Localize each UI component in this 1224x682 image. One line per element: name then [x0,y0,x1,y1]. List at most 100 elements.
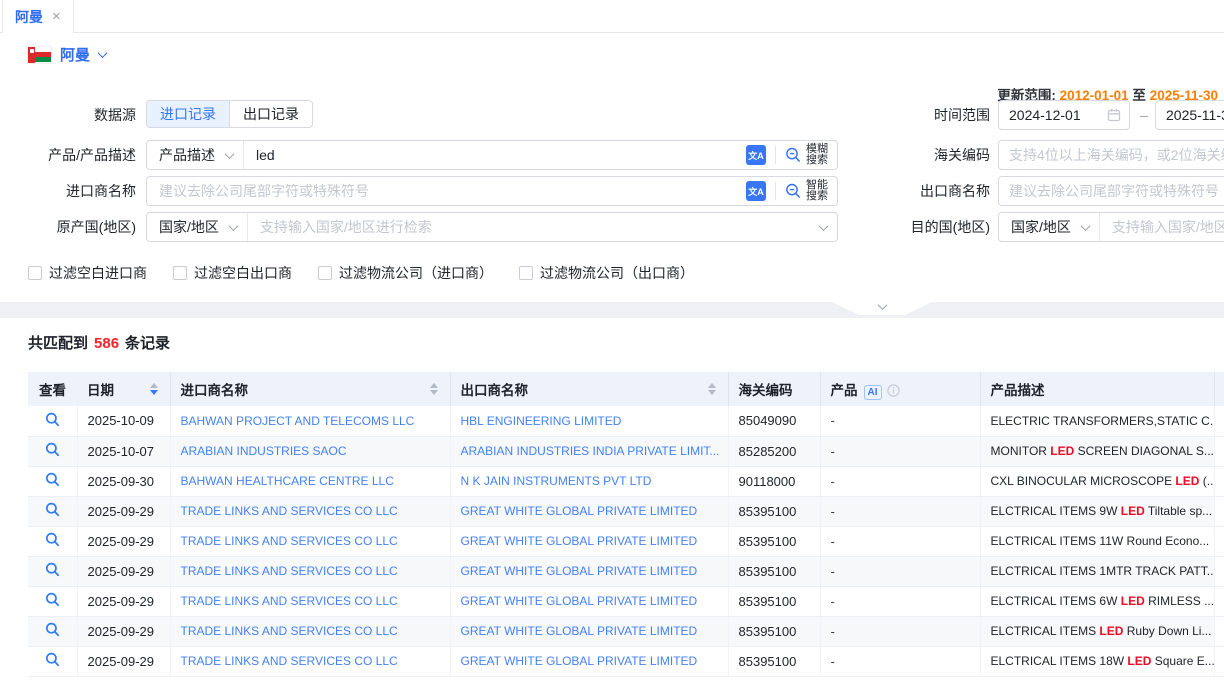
country-selector[interactable]: 阿曼 [28,44,106,65]
tab-bar: 阿曼 × [0,0,1224,33]
scrollbar-gutter[interactable] [1214,406,1224,436]
importer-input[interactable]: 建议去除公司尾部字符或特殊符号 [147,181,740,201]
hs-code-cell: 85395100 [728,526,820,556]
scrollbar-gutter[interactable] [1214,496,1224,526]
translate-icon[interactable]: 文A [746,181,766,201]
calendar-icon [1107,108,1121,122]
hs-code-input[interactable]: 支持4位以上海关编码，或2位海关编码加 [998,140,1224,170]
product-search-input[interactable]: led [244,147,740,163]
magnifier-icon [45,622,60,637]
info-icon[interactable] [887,384,900,397]
scrollbar-gutter[interactable] [1214,616,1224,646]
importer-link[interactable]: TRADE LINKS AND SERVICES CO LLC [170,586,450,616]
importer-link[interactable]: TRADE LINKS AND SERVICES CO LLC [170,526,450,556]
chevron-down-icon [1080,221,1090,231]
exporter-link[interactable]: GREAT WHITE GLOBAL PRIVATE LIMITED [450,616,728,646]
col-product: 产品AI [820,372,980,406]
table-row: 2025-10-07 ARABIAN INDUSTRIES SAOC ARABI… [28,436,1224,466]
importer-link[interactable]: ARABIAN INDUSTRIES SAOC [170,436,450,466]
destination-country-select[interactable]: 国家/地区 [999,213,1100,241]
datasource-label: 数据源 [0,100,136,130]
date-cell: 2025-10-07 [77,436,170,466]
exporter-link[interactable]: GREAT WHITE GLOBAL PRIVATE LIMITED [450,526,728,556]
exporter-link[interactable]: ARABIAN INDUSTRIES INDIA PRIVATE LIMIT..… [450,436,728,466]
importer-link[interactable]: BAHWAN HEALTHCARE CENTRE LLC [170,466,450,496]
importer-link[interactable]: TRADE LINKS AND SERVICES CO LLC [170,556,450,586]
view-record-button[interactable] [28,556,77,586]
importer-link[interactable]: TRADE LINKS AND SERVICES CO LLC [170,496,450,526]
translate-icon[interactable]: 文A [746,145,766,165]
checkbox-icon[interactable] [519,266,533,280]
exporter-link[interactable]: HBL ENGINEERING LIMITED [450,406,728,436]
records-table: 查看 日期 进口商名称 [28,372,1224,677]
magnifier-icon [45,592,60,607]
date-cell: 2025-09-29 [77,526,170,556]
col-view: 查看 [28,372,77,406]
exporter-input[interactable]: 建议去除公司尾部字符或特殊符号 [998,176,1224,206]
hs-code-cell: 85395100 [728,556,820,586]
sort-exporter[interactable] [708,383,716,395]
origin-country-select[interactable]: 国家/地区 [147,213,248,241]
checkbox-icon[interactable] [28,266,42,280]
ai-badge: AI [864,385,882,400]
chevron-down-icon [225,149,235,159]
exporter-link[interactable]: GREAT WHITE GLOBAL PRIVATE LIMITED [450,586,728,616]
view-record-button[interactable] [28,646,77,676]
filter-checkbox[interactable]: 过滤物流公司（进口商） [318,263,493,283]
date-to-input[interactable]: 2025-11-30 [1155,100,1224,130]
filter-checkbox[interactable]: 过滤物流公司（出口商） [519,263,694,283]
view-record-button[interactable] [28,496,77,526]
importer-input-group: 建议去除公司尾部字符或特殊符号 文A 智能搜索 [146,176,838,206]
view-record-button[interactable] [28,406,77,436]
view-record-button[interactable] [28,586,77,616]
scrollbar-gutter[interactable] [1214,556,1224,586]
view-record-button[interactable] [28,616,77,646]
exporter-link[interactable]: GREAT WHITE GLOBAL PRIVATE LIMITED [450,646,728,676]
importer-link[interactable]: BAHWAN PROJECT AND TELECOMS LLC [170,406,450,436]
col-importer: 进口商名称 [170,372,450,406]
exporter-link[interactable]: N K JAIN INSTRUMENTS PVT LTD [450,466,728,496]
tab-export-records[interactable]: 出口记录 [229,101,312,127]
table-row: 2025-09-29 TRADE LINKS AND SERVICES CO L… [28,496,1224,526]
magnifier-icon [45,652,60,667]
sort-importer[interactable] [430,383,438,395]
importer-label: 进口商名称 [0,176,136,206]
checkbox-icon[interactable] [318,266,332,280]
view-record-button[interactable] [28,526,77,556]
origin-country-input[interactable]: 支持输入国家/地区进行检索 [248,217,814,237]
smart-search-button[interactable]: 智能搜索 [776,180,837,203]
table-header-row: 查看 日期 进口商名称 [28,372,1224,406]
tab-import-records[interactable]: 进口记录 [147,101,229,127]
product-cell: - [820,436,980,466]
tab-oman[interactable]: 阿曼 × [2,0,74,33]
results-summary: 共匹配到586条记录 [28,332,1224,353]
scrollbar-gutter[interactable] [1214,466,1224,496]
product-cell: - [820,466,980,496]
filter-checkbox[interactable]: 过滤空白出口商 [173,263,292,283]
importer-link[interactable]: TRADE LINKS AND SERVICES CO LLC [170,646,450,676]
close-icon[interactable]: × [52,9,61,24]
product-cell: - [820,526,980,556]
fuzzy-search-button[interactable]: 模糊搜索 [776,144,837,167]
date-from-input[interactable]: 2024-12-01 [998,100,1130,130]
exporter-link[interactable]: GREAT WHITE GLOBAL PRIVATE LIMITED [450,496,728,526]
scrollbar-gutter[interactable] [1214,646,1224,676]
scrollbar-gutter[interactable] [1214,436,1224,466]
col-description: 产品描述 [980,372,1214,406]
date-cell: 2025-09-29 [77,496,170,526]
filter-checkbox[interactable]: 过滤空白进口商 [28,263,147,283]
scrollbar-gutter[interactable] [1214,586,1224,616]
exporter-link[interactable]: GREAT WHITE GLOBAL PRIVATE LIMITED [450,556,728,586]
page: 阿曼 × 阿曼 数据源 进口记录 出口记录 产品/产品描述 产品描述 led 文… [0,0,1224,682]
tab-title: 阿曼 [15,7,43,27]
checkbox-icon[interactable] [173,266,187,280]
product-type-select[interactable]: 产品描述 [147,141,244,169]
view-record-button[interactable] [28,436,77,466]
magnifier-icon [45,412,60,427]
hs-code-cell: 85395100 [728,586,820,616]
destination-country-input[interactable]: 支持输入国家/地区进行 [1100,217,1224,237]
view-record-button[interactable] [28,466,77,496]
scrollbar-gutter[interactable] [1214,526,1224,556]
importer-link[interactable]: TRADE LINKS AND SERVICES CO LLC [170,616,450,646]
sort-date[interactable] [150,383,158,395]
